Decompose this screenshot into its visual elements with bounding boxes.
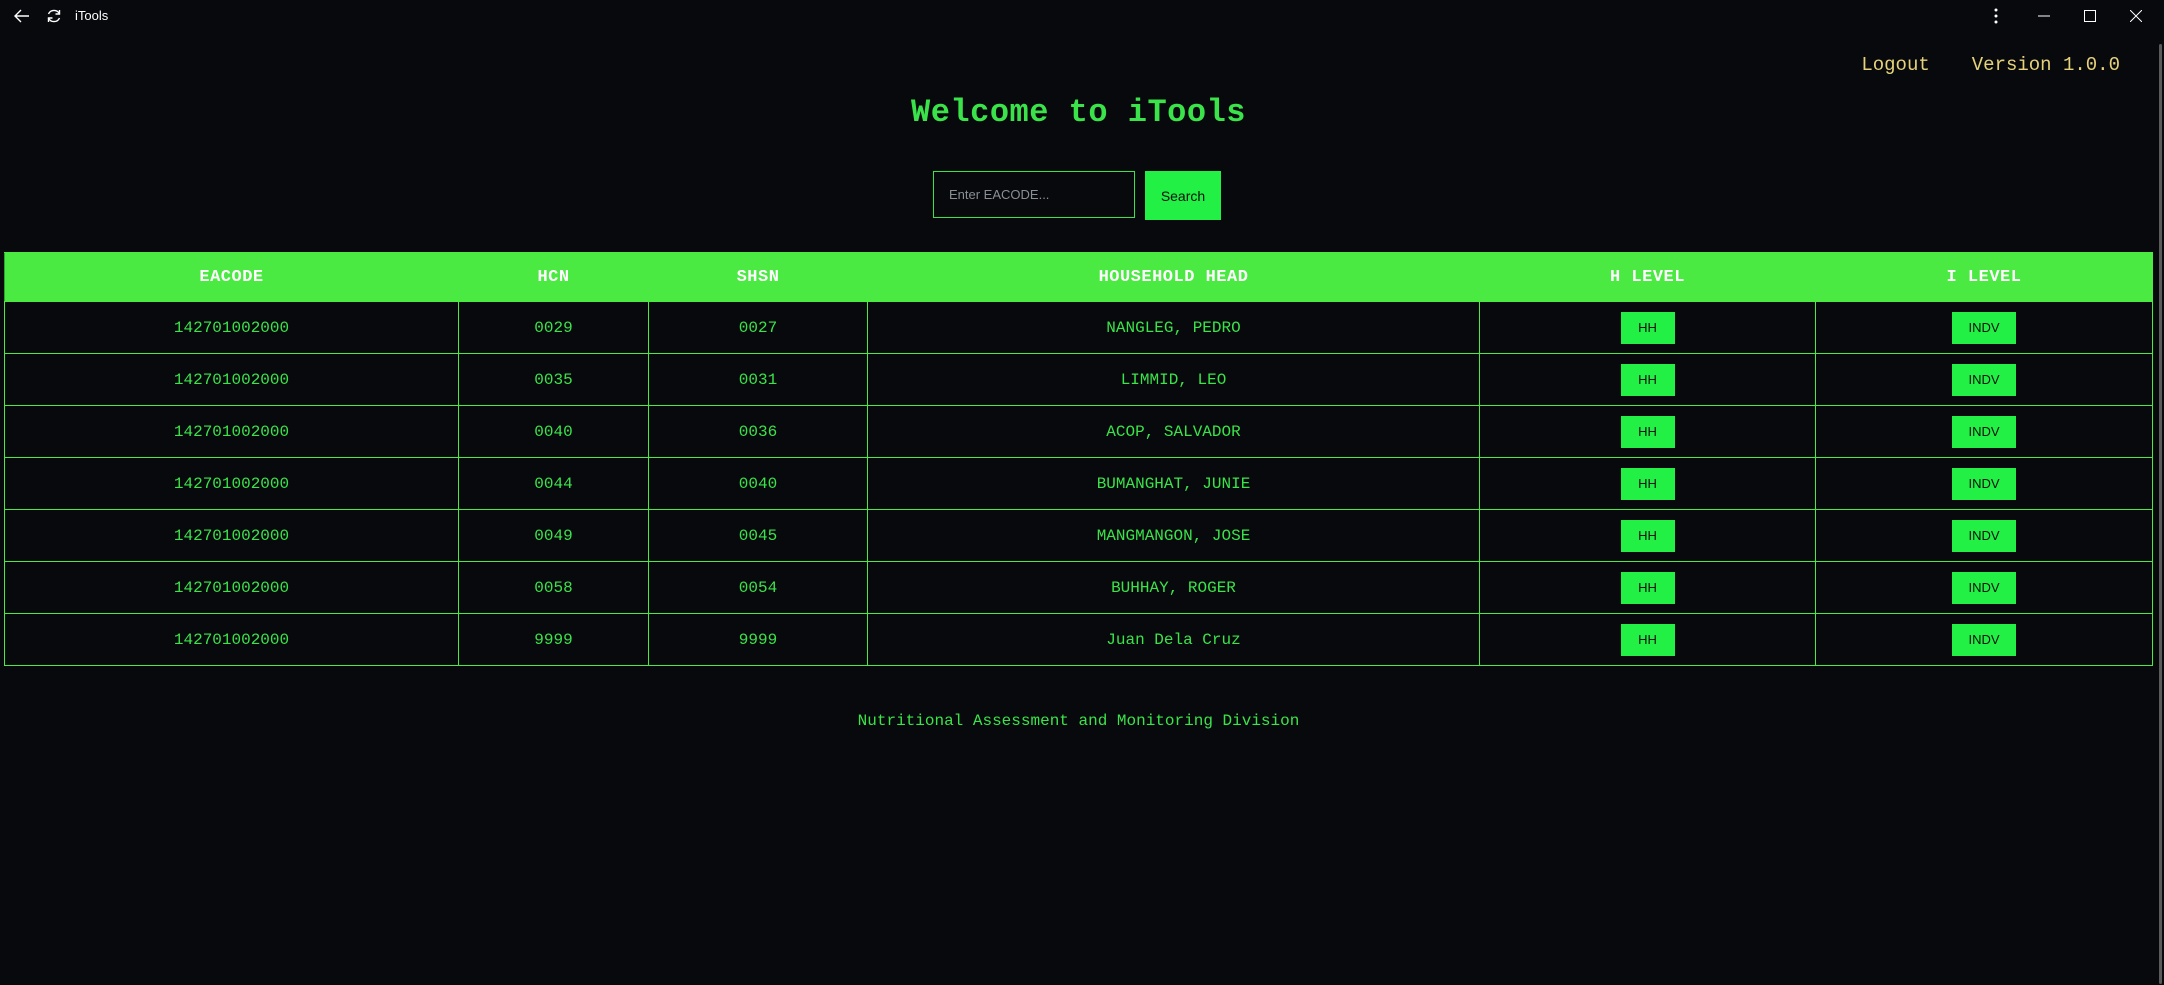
cell-h-level: HH [1479,613,1816,666]
cell-hcn: 0049 [458,509,649,562]
cell-shsn: 0031 [648,353,868,406]
scrollbar-thumb[interactable] [2159,44,2162,984]
table-header-row: EACODE HCN SHSN HOUSEHOLD HEAD H LEVEL I… [4,252,2153,302]
indv-button[interactable]: INDV [1952,467,2016,500]
cell-i-level: INDV [1815,509,2153,562]
cell-hcn: 9999 [458,613,649,666]
cell-household-head: Juan Dela Cruz [867,613,1480,666]
column-header-eacode: EACODE [4,252,459,302]
column-header-i-level: I LEVEL [1815,252,2153,302]
cell-household-head: LIMMID, LEO [867,353,1480,406]
hh-button[interactable]: HH [1620,415,1675,448]
cell-household-head: BUHHAY, ROGER [867,561,1480,614]
cell-household-head: MANGMANGON, JOSE [867,509,1480,562]
cell-eacode: 142701002000 [4,561,459,614]
cell-eacode: 142701002000 [4,613,459,666]
hh-button[interactable]: HH [1620,363,1675,396]
indv-button[interactable]: INDV [1952,415,2016,448]
cell-eacode: 142701002000 [4,301,459,354]
cell-i-level: INDV [1815,457,2153,510]
minimize-icon[interactable] [2030,0,2058,31]
hh-button[interactable]: HH [1620,467,1675,500]
table-row: 142701002000 0049 0045 MANGMANGON, JOSE … [4,509,2153,562]
cell-hcn: 0029 [458,301,649,354]
cell-shsn: 0040 [648,457,868,510]
cell-eacode: 142701002000 [4,405,459,458]
cell-shsn: 0054 [648,561,868,614]
cell-i-level: INDV [1815,561,2153,614]
cell-household-head: ACOP, SALVADOR [867,405,1480,458]
more-vertical-icon[interactable] [1984,0,2008,31]
cell-household-head: NANGLEG, PEDRO [867,301,1480,354]
cell-hcn: 0035 [458,353,649,406]
column-header-household-head: HOUSEHOLD HEAD [867,252,1480,302]
indv-button[interactable]: INDV [1952,571,2016,604]
search-input[interactable] [933,171,1135,218]
cell-shsn: 0036 [648,405,868,458]
header-links: Logout Version 1.0.0 [1861,54,2120,76]
cell-i-level: INDV [1815,405,2153,458]
search-bar: Search [933,171,1221,220]
window-titlebar: iTools [0,0,2164,31]
cell-hcn: 0044 [458,457,649,510]
cell-shsn: 9999 [648,613,868,666]
page-title: Welcome to iTools [911,94,1246,131]
cell-i-level: INDV [1815,353,2153,406]
cell-i-level: INDV [1815,301,2153,354]
maximize-icon[interactable] [2076,0,2104,31]
version-label: Version 1.0.0 [1971,54,2120,76]
indv-button[interactable]: INDV [1952,311,2016,344]
cell-h-level: HH [1479,405,1816,458]
close-icon[interactable] [2122,0,2150,31]
cell-h-level: HH [1479,353,1816,406]
cell-eacode: 142701002000 [4,457,459,510]
cell-shsn: 0045 [648,509,868,562]
indv-button[interactable]: INDV [1952,519,2016,552]
hh-button[interactable]: HH [1620,519,1675,552]
logout-link[interactable]: Logout [1861,54,1929,76]
column-header-hcn: HCN [458,252,649,302]
column-header-shsn: SHSN [648,252,868,302]
cell-hcn: 0040 [458,405,649,458]
hh-button[interactable]: HH [1620,311,1675,344]
table-row: 142701002000 0035 0031 LIMMID, LEO HH IN… [4,353,2153,406]
table-row: 142701002000 0044 0040 BUMANGHAT, JUNIE … [4,457,2153,510]
column-header-h-level: H LEVEL [1479,252,1816,302]
table-row: 142701002000 0058 0054 BUHHAY, ROGER HH … [4,561,2153,614]
cell-i-level: INDV [1815,613,2153,666]
cell-household-head: BUMANGHAT, JUNIE [867,457,1480,510]
cell-eacode: 142701002000 [4,353,459,406]
search-button[interactable]: Search [1145,171,1221,220]
cell-h-level: HH [1479,509,1816,562]
cell-shsn: 0027 [648,301,868,354]
cell-h-level: HH [1479,561,1816,614]
footer-text: Nutritional Assessment and Monitoring Di… [857,712,1300,730]
refresh-icon[interactable] [40,0,68,31]
hh-button[interactable]: HH [1620,571,1675,604]
indv-button[interactable]: INDV [1952,363,2016,396]
cell-hcn: 0058 [458,561,649,614]
cell-eacode: 142701002000 [4,509,459,562]
cell-h-level: HH [1479,457,1816,510]
table-row: 142701002000 0040 0036 ACOP, SALVADOR HH… [4,405,2153,458]
window-title: iTools [75,8,109,23]
table-row: 142701002000 9999 9999 Juan Dela Cruz HH… [4,613,2153,666]
table-row: 142701002000 0029 0027 NANGLEG, PEDRO HH… [4,301,2153,354]
hh-button[interactable]: HH [1620,623,1675,656]
cell-h-level: HH [1479,301,1816,354]
household-table: EACODE HCN SHSN HOUSEHOLD HEAD H LEVEL I… [4,252,2153,666]
back-arrow-icon[interactable] [8,0,36,31]
indv-button[interactable]: INDV [1952,623,2016,656]
